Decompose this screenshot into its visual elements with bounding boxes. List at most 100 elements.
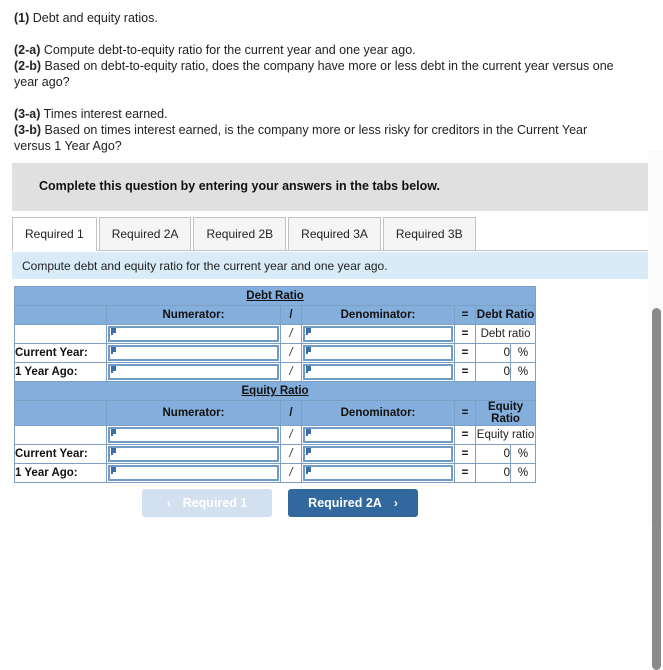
prompt-line-2b-text: Based on debt-to-equity ratio, does the … [14, 59, 614, 89]
equals-symbol: = [454, 444, 476, 464]
equals-symbol: = [454, 343, 476, 363]
next-required-label: Required 2A [308, 496, 382, 510]
denominator-input[interactable] [303, 465, 453, 481]
denominator-input[interactable] [303, 326, 453, 342]
header-label-cell [14, 305, 107, 325]
chevron-left-icon: ‹ [166, 496, 171, 510]
worksheet-row: 1 Year Ago: / = 0% [14, 463, 537, 483]
tab-required-3a[interactable]: Required 3A [288, 217, 381, 250]
denominator-cell [301, 362, 455, 382]
numerator-input[interactable] [108, 364, 279, 380]
percent-symbol: % [509, 444, 537, 464]
section-title: Debt Ratio [13, 286, 537, 306]
numerator-cell [106, 444, 281, 464]
tab-required-3b[interactable]: Required 3B [382, 217, 476, 250]
prompt-line-2b-number: (2-b) [14, 59, 42, 73]
tab-bar: Required 1 Required 2A Required 2B Required… [12, 217, 648, 251]
tab-required-2a[interactable]: Required 2A [98, 217, 192, 250]
instruction-band-text: Complete this question by entering your … [39, 179, 440, 193]
prompt-line-2b: (2-b) Based on debt-to-equity ratio, doe… [14, 58, 618, 90]
prompt-line-1-text: Debt and equity ratios. [29, 11, 158, 25]
header-label-cell [14, 400, 107, 426]
divide-symbol: / [280, 463, 302, 483]
section-title-row: Equity Ratio [13, 381, 537, 401]
equals-symbol: = [454, 362, 476, 382]
percent-symbol: % [509, 463, 537, 483]
result-value: 0 [475, 343, 511, 363]
tab-navigation: ‹ Required 1 Required 2A › [0, 489, 560, 517]
prompt-line-3b-text: Based on times interest earned, is the c… [14, 123, 588, 153]
tab-required-2b[interactable]: Required 2B [193, 217, 287, 250]
worksheet-row: Current Year: / = 0% [14, 343, 537, 363]
header-slash: / [280, 305, 302, 325]
sub-instruction-band: Compute debt and equity ratio for the cu… [12, 252, 648, 279]
worksheet-row: / = Equity ratio [14, 425, 537, 445]
prompt-line-2a-text: Compute debt-to-equity ratio for the cur… [40, 43, 416, 57]
result-value: 0 [475, 362, 511, 382]
numerator-cell [106, 463, 281, 483]
header-result: Debt Ratio [474, 305, 537, 325]
divide-symbol: / [280, 343, 302, 363]
numerator-cell [106, 362, 281, 382]
numerator-input[interactable] [108, 427, 279, 443]
denominator-input[interactable] [303, 446, 453, 462]
denominator-cell [301, 463, 455, 483]
prompt-spacer-1 [14, 26, 618, 42]
percent-symbol: % [509, 343, 537, 363]
percent-symbol: % [509, 362, 537, 382]
prompt-line-1-number: (1) [14, 11, 30, 25]
equals-symbol: = [454, 425, 476, 445]
numerator-input[interactable] [108, 446, 279, 462]
prompt-line-3a-number: (3-a) [14, 107, 41, 121]
denominator-input[interactable] [303, 364, 453, 380]
header-equals: = [454, 400, 476, 426]
numerator-input[interactable] [108, 326, 279, 342]
column-header-row: Numerator: / Denominator: = Debt Ratio [14, 305, 537, 325]
numerator-cell [106, 425, 281, 445]
row-label: 1 Year Ago: [14, 463, 107, 483]
instruction-band: Complete this question by entering your … [12, 163, 648, 211]
header-equals: = [454, 305, 476, 325]
denominator-cell [301, 425, 455, 445]
numerator-cell [106, 324, 281, 344]
sub-instruction-text: Compute debt and equity ratio for the cu… [22, 259, 388, 273]
tab-required-1[interactable]: Required 1 [12, 217, 97, 251]
numerator-cell [106, 343, 281, 363]
prev-required-button[interactable]: ‹ Required 1 [142, 489, 272, 517]
section-title-row: Debt Ratio [13, 286, 537, 306]
worksheet-row: Current Year: / = 0% [14, 444, 537, 464]
row-label: Current Year: [14, 444, 107, 464]
result-value: 0 [475, 463, 511, 483]
prompt-line-2a-number: (2-a) [14, 43, 41, 57]
row-label-blank [14, 425, 107, 445]
header-result: Equity Ratio [474, 400, 537, 426]
denominator-cell [301, 343, 455, 363]
worksheet-row: 1 Year Ago: / = 0% [14, 362, 537, 382]
prompt-line-3a-text: Times interest earned. [40, 107, 168, 121]
vertical-scrollbar-track[interactable] [648, 150, 663, 670]
divide-symbol: / [280, 425, 302, 445]
header-denominator: Denominator: [301, 400, 455, 426]
next-required-button[interactable]: Required 2A › [288, 489, 418, 517]
prompt-line-1: (1) Debt and equity ratios. [14, 10, 618, 26]
divide-symbol: / [280, 324, 302, 344]
row-label: Current Year: [14, 343, 107, 363]
divide-symbol: / [280, 362, 302, 382]
denominator-input[interactable] [303, 427, 453, 443]
section-title: Equity Ratio [13, 381, 537, 401]
header-numerator: Numerator: [106, 305, 281, 325]
denominator-input[interactable] [303, 345, 453, 361]
equals-symbol: = [454, 324, 476, 344]
prompt-line-2a: (2-a) Compute debt-to-equity ratio for t… [14, 42, 618, 58]
vertical-scrollbar-thumb[interactable] [652, 308, 661, 670]
prompt-line-3b-number: (3-b) [14, 123, 42, 137]
ratio-worksheet: Debt Ratio Numerator: / Denominator: = Debt R… [13, 286, 537, 483]
worksheet-row: / = Debt ratio [14, 324, 537, 344]
prompt-line-3b: (3-b) Based on times interest earned, is… [14, 122, 618, 154]
column-header-row: Numerator: / Denominator: = Equity Ratio [14, 400, 537, 426]
header-numerator: Numerator: [106, 400, 281, 426]
result-caption: Equity ratio [474, 425, 537, 445]
chevron-right-icon: › [393, 496, 398, 510]
numerator-input[interactable] [108, 465, 279, 481]
numerator-input[interactable] [108, 345, 279, 361]
